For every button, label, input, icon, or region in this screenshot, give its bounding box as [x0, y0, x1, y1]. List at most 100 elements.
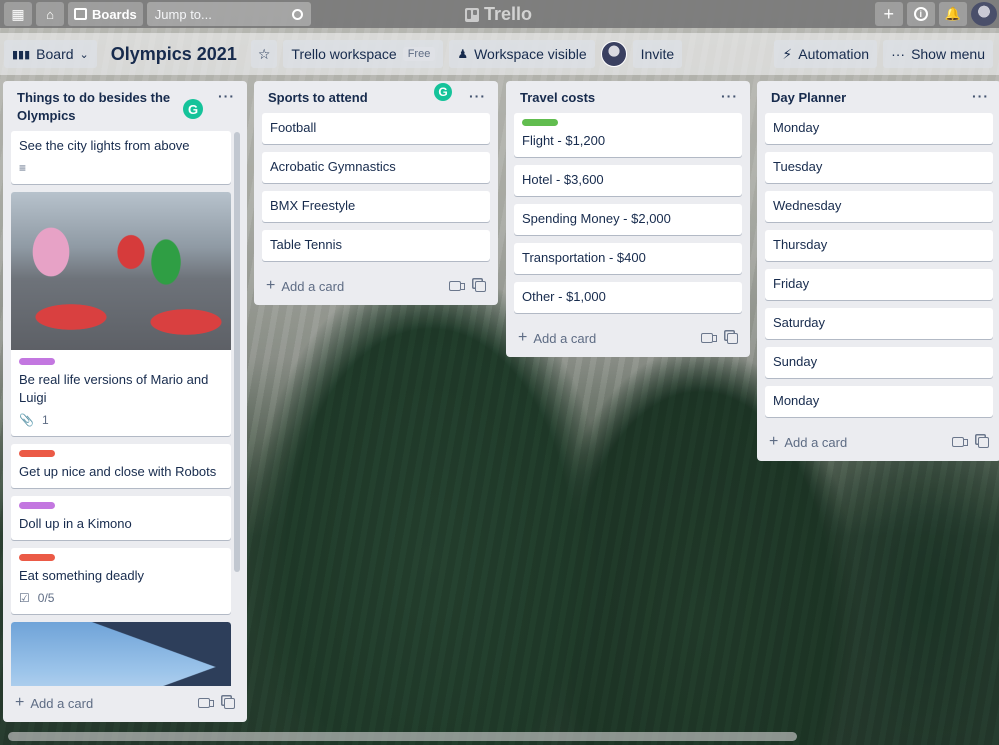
card-title: BMX Freestyle [270, 198, 356, 213]
show-menu-button[interactable]: ··· Show menu [883, 40, 993, 68]
automation-button[interactable]: ⚡ Automation [774, 40, 878, 68]
plus-icon: + [518, 329, 528, 346]
card-title: Hotel - $3,600 [522, 172, 604, 187]
visibility-button[interactable]: ♟ Workspace visible [449, 40, 595, 68]
card-label-red[interactable] [19, 450, 55, 457]
card[interactable]: Table Tennis [262, 230, 490, 261]
workspace-button[interactable]: Trello workspace Free [283, 40, 444, 68]
card[interactable]: Tuesday [765, 152, 993, 183]
invite-button[interactable]: Invite [632, 40, 683, 68]
card[interactable]: Friday [765, 269, 993, 300]
description-icon: ≡ [19, 161, 27, 175]
list-sports-to-attend: Sports to attend ··· Football Acrobatic … [254, 81, 498, 305]
card-title: Thursday [773, 237, 828, 252]
trello-logo-icon [465, 7, 479, 22]
board-icon [74, 8, 87, 20]
template-icon[interactable] [449, 280, 465, 291]
add-card-button[interactable]: + Add a card [266, 277, 344, 295]
board-horizontal-scrollbar[interactable] [8, 732, 797, 741]
information-button[interactable]: i [906, 2, 935, 26]
trello-logo[interactable]: Trello [465, 4, 532, 25]
card[interactable]: Saturday [765, 308, 993, 339]
card[interactable]: See the city lights from above ≡ [11, 131, 231, 184]
add-card-button[interactable]: + Add a card [769, 433, 847, 451]
card[interactable]: Hotel - $3,600 [514, 165, 742, 196]
card[interactable]: Thursday [765, 230, 993, 261]
notifications-button[interactable]: 🔔 [938, 2, 967, 26]
grammarly-icon[interactable]: G [434, 83, 452, 101]
template-icon[interactable] [198, 697, 214, 708]
list-title[interactable]: Day Planner [771, 89, 846, 107]
card-title: Monday [773, 120, 820, 135]
more-dots-icon: ··· [891, 46, 906, 62]
card-label-red[interactable] [19, 554, 55, 561]
info-icon: i [913, 7, 928, 21]
board-view-switcher[interactable]: ▮▮▮ Board ⌄ [4, 40, 97, 68]
attachment-icon: 📎 [19, 413, 34, 427]
card-label-purple[interactable] [19, 358, 55, 365]
star-icon: ☆ [257, 45, 271, 62]
card[interactable]: Flight - $1,200 [514, 113, 742, 157]
add-card-label: Add a card [533, 330, 597, 346]
apps-grid-button[interactable]: ▦ [4, 2, 32, 26]
show-menu-label: Show menu [911, 46, 985, 62]
create-from-template-icon[interactable] [978, 436, 989, 448]
list-scrollbar[interactable] [234, 132, 240, 572]
create-from-template-icon[interactable] [224, 697, 235, 709]
card-title: Friday [773, 276, 810, 291]
board-title[interactable]: Olympics 2021 [103, 44, 245, 65]
card[interactable]: Spending Money - $2,000 [514, 204, 742, 235]
create-from-template-icon[interactable] [727, 332, 738, 344]
card-cover-image [11, 192, 231, 350]
boards-button[interactable]: Boards [68, 2, 143, 26]
people-icon: ♟ [457, 47, 469, 61]
template-icon[interactable] [952, 436, 968, 447]
checklist-icon: ☑ [19, 591, 30, 605]
card[interactable]: Sunday [765, 347, 993, 378]
card-label-purple[interactable] [19, 502, 55, 509]
card-title: Monday [773, 393, 820, 408]
list-travel-costs: Travel costs ··· Flight - $1,200 Hotel -… [506, 81, 750, 357]
card[interactable]: Be real life versions of Mario and Luigi… [11, 192, 231, 436]
template-icon[interactable] [701, 332, 717, 343]
card[interactable]: Eat something deadly ☑ 0/5 [11, 548, 231, 614]
workspace-label: Trello workspace [291, 46, 397, 62]
list-menu-icon[interactable]: ··· [972, 89, 989, 103]
card[interactable]: Doll up in a Kimono [11, 496, 231, 540]
list-menu-icon[interactable]: ··· [721, 89, 738, 103]
card-title: Doll up in a Kimono [19, 516, 132, 531]
add-card-row: + Add a card [514, 321, 742, 357]
card-title: Sunday [773, 354, 818, 369]
list-title[interactable]: Things to do besides the Olympics [17, 89, 187, 125]
card-title: Saturday [773, 315, 826, 330]
card-title: See the city lights from above [19, 138, 190, 153]
card[interactable]: Monday [765, 386, 993, 417]
card[interactable]: Monday [765, 113, 993, 144]
add-card-button[interactable]: + Add a card [518, 329, 596, 347]
create-button[interactable]: + [874, 2, 903, 26]
attachment-count: 1 [41, 413, 49, 427]
card[interactable]: Other - $1,000 [514, 282, 742, 313]
list-menu-icon[interactable]: ··· [469, 89, 486, 103]
board-view-icon: ▮▮▮ [12, 48, 31, 61]
plus-icon: + [15, 694, 25, 711]
jump-to-search-input[interactable]: Jump to... [146, 2, 311, 26]
card[interactable]: Wednesday [765, 191, 993, 222]
home-button[interactable]: ⌂ [36, 2, 64, 26]
add-card-button[interactable]: + Add a card [15, 694, 93, 712]
card[interactable]: BMX Freestyle [262, 191, 490, 222]
user-avatar[interactable] [971, 2, 997, 26]
card[interactable]: Get up nice and close with Robots [11, 444, 231, 488]
card[interactable]: Transportation - $400 [514, 243, 742, 274]
card-label-green[interactable] [522, 119, 558, 126]
list-title[interactable]: Sports to attend [268, 89, 368, 107]
list-menu-icon[interactable]: ··· [218, 89, 235, 103]
create-from-template-icon[interactable] [475, 280, 486, 292]
bell-icon: 🔔 [944, 6, 961, 21]
card[interactable]: Football [262, 113, 490, 144]
star-board-button[interactable]: ☆ [250, 40, 278, 68]
member-avatar[interactable] [600, 41, 627, 67]
list-title[interactable]: Travel costs [520, 89, 595, 107]
grammarly-icon[interactable]: G [183, 99, 203, 119]
card[interactable]: Acrobatic Gymnastics [262, 152, 490, 183]
